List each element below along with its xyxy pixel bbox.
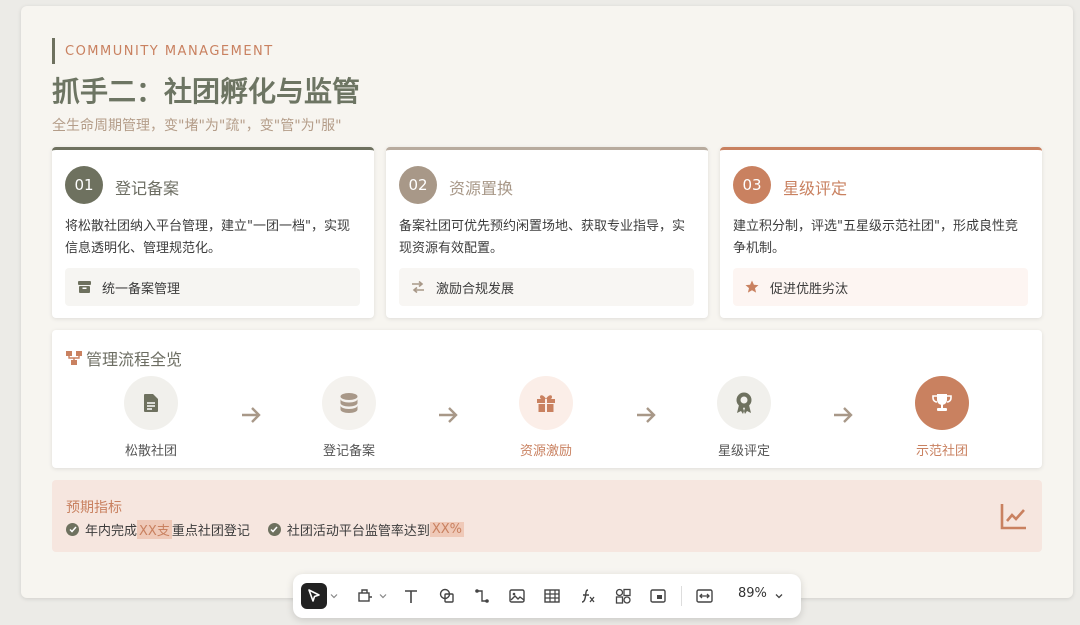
frame-tool-button[interactable]: [353, 584, 377, 608]
editor-toolbar: 89%: [293, 574, 801, 618]
process-step-label: 登记备案: [322, 444, 375, 459]
shape-tool-button[interactable]: [435, 584, 459, 608]
text-tool-button[interactable]: [399, 584, 423, 608]
fit-width-button[interactable]: [692, 584, 716, 608]
metrics-list: 年内完成 XX支 重点社团登记 社团活动平台监管率达到 XX%: [66, 520, 482, 539]
card-number: 01: [65, 166, 103, 204]
fit-width-icon: [695, 589, 713, 603]
arrow-right-icon: [834, 407, 853, 423]
file-icon: [124, 376, 178, 430]
sitemap-icon: [66, 350, 82, 366]
star-icon: [744, 279, 760, 295]
metric-item: 社团活动平台监管率达到 XX%: [267, 520, 465, 539]
table-tool-button[interactable]: [540, 584, 564, 608]
connector-tool-button[interactable]: [470, 584, 494, 608]
arrow-right-icon: [637, 407, 656, 423]
metric-highlight: XX%: [429, 522, 465, 537]
image-tool-button[interactable]: [505, 584, 529, 608]
card-tag-label: 激励合规发展: [436, 281, 515, 297]
page-title: 抓手二：社团孵化与监管: [52, 75, 361, 108]
process-step-label: 资源激励: [519, 444, 572, 459]
card-title: 星级评定: [783, 179, 848, 198]
card-title: 登记备案: [115, 179, 180, 198]
toolbar-divider: [681, 586, 682, 606]
card-tag-label: 促进优胜劣汰: [770, 281, 849, 297]
components-icon: [615, 588, 631, 604]
embed-icon: [650, 589, 666, 603]
cursor-icon: [308, 589, 320, 602]
card-description: 将松散社团纳入平台管理，建立"一团一档"，实现信息透明化、管理规范化。: [65, 219, 350, 256]
arrow-right-icon: [242, 407, 261, 423]
card-registration[interactable]: 01 登记备案 将松散社团纳入平台管理，建立"一团一档"，实现信息透明化、管理规…: [52, 147, 374, 318]
chevron-down-icon[interactable]: [379, 592, 387, 600]
card-resource-exchange[interactable]: 02 资源置换 备案社团可优先预约闲置场地、获取专业指导，实现资源有效配置。 激…: [386, 147, 708, 318]
check-circle-icon: [267, 523, 281, 536]
function-icon: [581, 589, 595, 603]
select-tool-button[interactable]: [301, 583, 327, 609]
shapes-icon: [439, 588, 454, 603]
card-tag: 激励合规发展: [399, 268, 694, 306]
eyebrow-label: COMMUNITY MANAGEMENT: [52, 38, 274, 64]
metric-item: 年内完成 XX支 重点社团登记: [66, 520, 250, 539]
process-step-label: 示范社团: [915, 444, 968, 459]
card-tag: 促进优胜劣汰: [733, 268, 1028, 306]
process-step-3: 资源激励: [496, 376, 596, 459]
database-icon: [322, 376, 376, 430]
chevron-down-icon[interactable]: [330, 592, 338, 600]
image-icon: [509, 589, 525, 603]
arrow-right-icon: [439, 407, 458, 423]
process-title: 管理流程全览: [66, 346, 182, 370]
trophy-icon: [915, 376, 969, 430]
card-tag: 统一备案管理: [65, 268, 360, 306]
archive-icon: [76, 279, 92, 295]
frame-icon: [358, 589, 372, 602]
card-description: 建立积分制，评选"五星级示范社团"，形成良性竞争机制。: [733, 219, 1018, 256]
connector-icon: [475, 589, 489, 603]
card-tag-label: 统一备案管理: [102, 281, 181, 297]
process-step-label: 星级评定: [717, 444, 770, 459]
embed-tool-button[interactable]: [646, 584, 670, 608]
gift-icon: [519, 376, 573, 430]
formula-tool-button[interactable]: [576, 584, 600, 608]
component-tool-button[interactable]: [611, 584, 635, 608]
metrics-title: 预期指标: [66, 500, 122, 516]
check-circle-icon: [66, 523, 79, 536]
metric-highlight: XX支: [137, 520, 172, 539]
chevron-down-icon[interactable]: [775, 592, 783, 600]
card-number: 03: [733, 166, 771, 204]
text-icon: [405, 589, 417, 603]
expected-metrics: 预期指标 年内完成 XX支 重点社团登记 社团活动平台监管率达到 XX%: [52, 480, 1042, 552]
process-step-5: 示范社团: [892, 376, 992, 459]
process-step-4: 星级评定: [694, 376, 794, 459]
line-chart-icon: [1000, 504, 1026, 530]
process-step-1: 松散社团: [101, 376, 201, 459]
process-step-label: 松散社团: [124, 444, 177, 459]
page-subtitle: 全生命周期管理，变"堵"为"疏"，变"管"为"服": [52, 118, 342, 134]
table-icon: [544, 589, 560, 603]
card-star-rating[interactable]: 03 星级评定 建立积分制，评选"五星级示范社团"，形成良性竞争机制。 促进优胜…: [720, 147, 1042, 318]
card-title: 资源置换: [449, 179, 514, 198]
card-description: 备案社团可优先预约闲置场地、获取专业指导，实现资源有效配置。: [399, 219, 686, 256]
exchange-icon: [410, 279, 426, 295]
award-icon: [717, 376, 771, 430]
process-overview: 管理流程全览 松散社团 登记备案 资源激励 星级评定 示范社团: [52, 330, 1042, 468]
slide-canvas: COMMUNITY MANAGEMENT 抓手二：社团孵化与监管 全生命周期管理…: [21, 6, 1073, 598]
card-number: 02: [399, 166, 437, 204]
process-step-2: 登记备案: [299, 376, 399, 459]
zoom-level[interactable]: 89%: [738, 586, 767, 601]
